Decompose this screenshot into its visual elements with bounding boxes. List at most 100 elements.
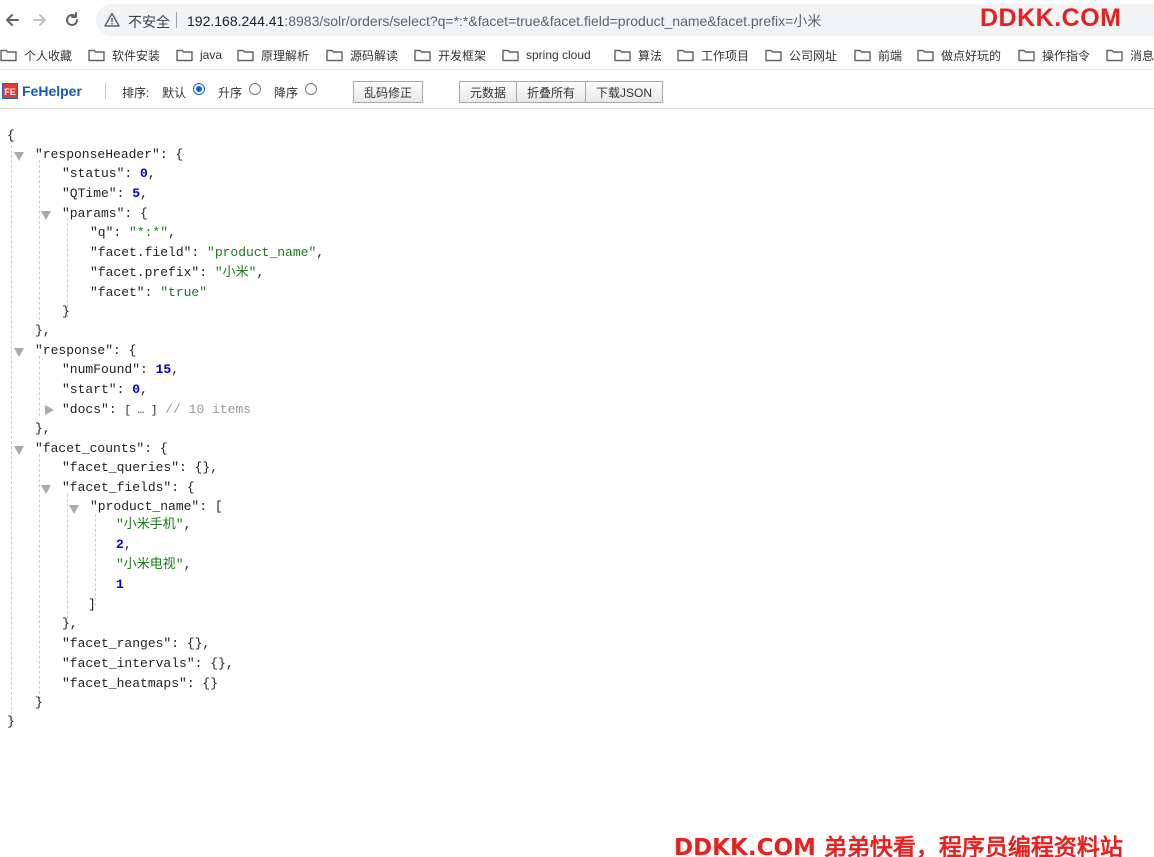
bookmark-folder[interactable]: 消息 [1106, 45, 1154, 65]
raw-data-button[interactable]: 元数据 [459, 81, 517, 103]
bookmark-label: 软件安装 [112, 48, 161, 63]
json-line: ] [88, 597, 96, 612]
bookmark-label: 做点好玩的 [941, 48, 1002, 63]
json-line: "start": 0, [62, 382, 148, 397]
bookmark-folder[interactable]: 开发框架 [414, 45, 486, 65]
collapse-triangle-icon[interactable] [69, 505, 79, 514]
json-line: "docs": [ … ] // 10 items [62, 402, 252, 417]
bookmark-label: 算法 [638, 48, 663, 63]
json-line: "facet_counts": { [35, 441, 168, 456]
indent-guide [67, 494, 68, 624]
json-close-brace: } [7, 714, 15, 729]
json-line: } [35, 695, 43, 710]
json-line: "facet.prefix": "小米", [90, 265, 265, 280]
json-line: "facet_queries": {}, [62, 460, 219, 475]
folder-icon [88, 48, 112, 62]
warning-icon[interactable] [104, 12, 120, 28]
expand-triangle-icon[interactable] [45, 405, 54, 415]
json-line: "facet_fields": { [62, 480, 195, 495]
arrow-right-icon[interactable] [28, 8, 52, 32]
arrow-left-icon[interactable] [0, 8, 24, 32]
json-line: "facet_heatmaps": {} [62, 676, 219, 691]
collapse-triangle-icon[interactable] [14, 348, 24, 357]
sort-desc-label[interactable]: 降序 [274, 84, 298, 101]
json-line: "facet_intervals": {}, [62, 656, 234, 671]
json-line: "小米手机", [116, 517, 192, 532]
json-line: "params": { [62, 206, 148, 221]
insecure-label[interactable]: 不安全 [128, 12, 170, 32]
json-line: "q": "*:*", [90, 225, 176, 240]
bookmark-label: java [200, 48, 223, 62]
bookmark-folder[interactable]: 个人收藏 [0, 45, 72, 65]
bookmark-label: 原理解析 [261, 48, 310, 63]
url-host: 192.168.244.41 [187, 13, 285, 29]
bookmark-folder[interactable]: 原理解析 [237, 45, 309, 65]
json-line: "numFound": 15, [62, 362, 180, 377]
collapse-triangle-icon[interactable] [14, 152, 24, 161]
folder-icon [0, 48, 24, 62]
bookmark-label: 消息 [1130, 48, 1154, 63]
sort-default-label[interactable]: 默认 [162, 84, 186, 101]
bookmark-folder[interactable]: 做点好玩的 [917, 45, 1001, 65]
bookmark-folder[interactable]: 算法 [614, 45, 662, 65]
bookmark-folder[interactable]: 公司网址 [765, 45, 837, 65]
folder-icon [414, 48, 438, 62]
bookmark-label: 个人收藏 [24, 48, 73, 63]
folder-icon [237, 48, 261, 62]
json-line: "status": 0, [62, 166, 156, 181]
bookmark-label: 开发框架 [438, 48, 487, 63]
indent-guide [11, 140, 12, 725]
folder-icon [1018, 48, 1042, 62]
bookmark-folder[interactable]: 操作指令 [1018, 45, 1090, 65]
bookmark-folder[interactable]: 工作项目 [677, 45, 749, 65]
folder-icon [176, 48, 200, 62]
json-line: 1 [116, 577, 124, 592]
watermark-top: DDKK.COM [980, 4, 1122, 32]
sort-asc-label[interactable]: 升序 [218, 84, 242, 101]
folder-icon [614, 48, 638, 62]
json-line: }, [35, 421, 51, 436]
collapse-all-button[interactable]: 折叠所有 [516, 81, 586, 103]
json-line: "facet.field": "product_name", [90, 245, 325, 260]
bookmarks-bar: 个人收藏 软件安装 java 原理解析 源码解读 开发框架 spring cloud 算法 工作… [0, 40, 1154, 70]
json-line: 2, [116, 537, 132, 552]
json-line: "response": { [35, 343, 137, 358]
bookmark-label: 操作指令 [1042, 48, 1091, 63]
reload-icon[interactable] [60, 8, 84, 32]
indent-guide [39, 160, 40, 320]
json-line: "小米电视", [116, 557, 192, 572]
json-line: "facet": "true" [90, 285, 208, 300]
fehelper-name[interactable]: FeHelper [22, 83, 82, 99]
address-bar: 不安全 192.168.244.41:8983/solr/orders/sele… [0, 0, 1154, 40]
bookmark-folder[interactable]: spring cloud [502, 45, 591, 65]
download-json-button[interactable]: 下载JSON [585, 81, 663, 103]
bookmark-folder[interactable]: 前端 [854, 45, 902, 65]
indent-guide [95, 514, 96, 606]
sort-desc-radio[interactable] [305, 83, 317, 95]
folder-icon [502, 48, 526, 62]
indent-guide [39, 356, 40, 416]
collapse-triangle-icon[interactable] [41, 485, 51, 494]
collapse-triangle-icon[interactable] [14, 446, 24, 455]
folder-icon [1106, 48, 1130, 62]
indent-guide [39, 454, 40, 699]
folder-icon [765, 48, 789, 62]
fehelper-logo-icon[interactable]: FE [2, 83, 18, 99]
url-path: :8983/solr/orders/select?q=*:*&facet=tru… [284, 13, 822, 29]
bookmark-label: 源码解读 [350, 48, 399, 63]
json-viewer: { "responseHeader": { "status": 0, "QTim… [0, 110, 1154, 810]
docs-comment: // 10 items [165, 402, 252, 417]
json-line: }, [35, 323, 51, 338]
sort-default-radio[interactable] [193, 83, 205, 95]
bookmark-folder[interactable]: 软件安装 [88, 45, 160, 65]
watermark-bottom: DDKK.COM 弟弟快看，程序员编程资料站 [674, 835, 1123, 857]
bookmark-label: 公司网址 [789, 48, 838, 63]
bookmark-label: 工作项目 [701, 48, 750, 63]
sort-asc-radio[interactable] [249, 83, 261, 95]
bookmark-folder[interactable]: java [176, 45, 222, 65]
docs-collapsed[interactable]: [ … ] [124, 405, 157, 417]
fix-encoding-button[interactable]: 乱码修正 [353, 81, 423, 103]
bookmark-folder[interactable]: 源码解读 [326, 45, 398, 65]
url-text[interactable]: 192.168.244.41:8983/solr/orders/select?q… [187, 11, 821, 31]
collapse-triangle-icon[interactable] [41, 211, 51, 220]
